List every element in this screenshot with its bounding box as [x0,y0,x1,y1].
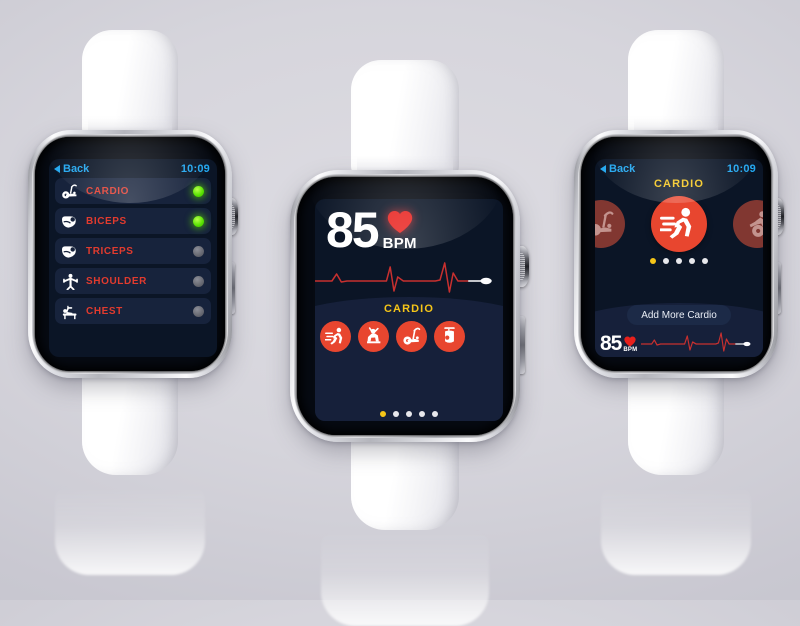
watch-case: Back 10:09 CARDIO BICEPS TRICEPS SHOULDE… [28,130,232,378]
page-dot[interactable] [432,411,438,417]
watch-glass: Back 10:09 CARDIO Add More Cardio 85 BPM [581,137,771,371]
watch-glass: Back 10:09 CARDIO BICEPS TRICEPS SHOULDE… [35,137,225,371]
flexed-bicep-icon [59,212,81,230]
status-toggle-dot[interactable] [193,275,204,287]
workout-list: CARDIO BICEPS TRICEPS SHOULDER CHEST [49,177,217,324]
page-dot[interactable] [406,411,412,417]
clock-label: 10:09 [180,163,210,175]
cardio-carousel[interactable] [595,193,763,255]
back-button[interactable]: Back [600,163,635,175]
watch-band-top [628,30,724,144]
watch-glass: 85 BPM CARDIO [297,177,513,435]
bpm-value: 85 [600,332,622,355]
shortcut-row [320,321,503,352]
exercise-bike-icon[interactable] [396,321,427,352]
add-button-wrap: Add More Cardio [595,305,763,325]
page-dot[interactable] [650,258,656,264]
page-dot[interactable] [702,258,708,264]
page-dot[interactable] [419,411,425,417]
exercise-bike-icon[interactable] [595,200,625,248]
back-label: Back [609,163,636,175]
list-item-label: BICEPS [86,215,127,227]
statusbar: Back 10:09 [595,159,763,177]
running-icon[interactable] [651,196,707,252]
watch-center-reflection [321,530,489,626]
watch-left-reflection [55,485,205,575]
section-label: CARDIO [384,303,434,315]
heart-unit-group: BPM [383,210,417,252]
clock-label: 10:09 [726,163,756,175]
heart-rate-panel: 85 BPM CARDIO [315,199,503,421]
watch-band-top [82,30,178,144]
bpm-footer: 85 BPM [595,332,763,355]
chevron-left-icon [54,165,60,173]
status-toggle-dot[interactable] [193,215,204,227]
ecg-waveform-icon [641,332,751,352]
back-label: Back [63,163,90,175]
page-dot[interactable] [663,258,669,264]
flexed-bicep-icon [59,242,81,260]
watch-right-reflection [601,485,751,575]
heart-icon [387,211,412,233]
watch-center: 85 BPM CARDIO [280,60,530,626]
spin-bike-icon[interactable] [733,200,763,248]
page-dot[interactable] [676,258,682,264]
statusbar: Back 10:09 [49,159,217,177]
list-item-label: CHEST [86,305,123,317]
list-item-label: SHOULDER [86,275,147,287]
watch-case: Back 10:09 CARDIO Add More Cardio 85 BPM [574,130,778,378]
status-toggle-dot[interactable] [193,185,204,197]
list-item-label: TRICEPS [86,245,134,257]
back-button[interactable]: Back [54,163,89,175]
page-dot[interactable] [393,411,399,417]
list-item[interactable]: SHOULDER [55,268,211,294]
watch-case: 85 BPM CARDIO [290,170,520,442]
watch-right: Back 10:09 CARDIO Add More Cardio 85 BPM [566,30,786,575]
screen-cardio-carousel: Back 10:09 CARDIO Add More Cardio 85 BPM [595,159,763,357]
screen-heart-rate: 85 BPM CARDIO [315,199,503,421]
status-toggle-dot[interactable] [193,305,204,317]
list-item[interactable]: CHEST [55,298,211,324]
page-indicator [595,258,763,264]
punching-bag-icon[interactable] [434,321,465,352]
ecg-waveform-icon [315,262,492,293]
chevron-left-icon [600,165,606,173]
list-item-label: CARDIO [86,185,130,197]
bpm-unit-label: BPM [623,347,638,353]
page-dot[interactable] [380,411,386,417]
add-more-cardio-button[interactable]: Add More Cardio [627,305,731,325]
page-indicator [315,411,503,417]
page-title: CARDIO [654,178,704,190]
section-arc [315,297,503,421]
bench-press-icon [59,302,81,320]
list-item[interactable]: CARDIO [55,178,211,204]
scene: Back 10:09 CARDIO BICEPS TRICEPS SHOULDE… [0,0,800,626]
watch-left: Back 10:09 CARDIO BICEPS TRICEPS SHOULDE… [20,30,240,575]
status-toggle-dot[interactable] [193,245,204,257]
bpm-readout: 85 BPM [315,199,503,258]
list-item[interactable]: BICEPS [55,208,211,234]
screen-workout-list: Back 10:09 CARDIO BICEPS TRICEPS SHOULDE… [49,159,217,357]
exercise-bike-icon [59,182,81,200]
watch-band-top [351,60,459,182]
list-item[interactable]: TRICEPS [55,238,211,264]
running-icon[interactable] [320,321,351,352]
bpm-value: 85 [326,202,380,258]
page-dot[interactable] [689,258,695,264]
heart-unit-group: BPM [623,336,637,353]
bpm-unit-label: BPM [382,235,417,252]
shoulder-press-icon [59,272,81,290]
sit-up-icon[interactable] [358,321,389,352]
heart-icon [624,336,636,347]
